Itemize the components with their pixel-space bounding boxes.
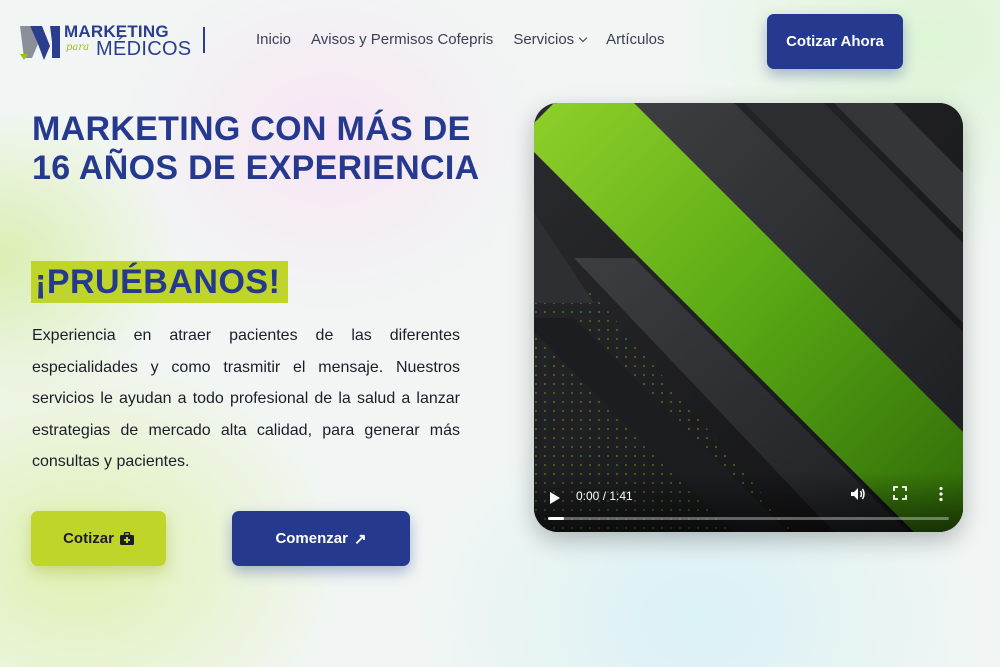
hero-description: Experiencia en atraer pacientes de las d… bbox=[32, 327, 460, 470]
more-options-icon[interactable] bbox=[938, 486, 944, 502]
logo-mark-icon bbox=[20, 26, 60, 60]
cotizar-button[interactable]: Cotizar bbox=[31, 511, 166, 566]
site-logo[interactable]: MARKETING para MÉDICOS bbox=[20, 22, 210, 64]
cotizar-ahora-button[interactable]: Cotizar Ahora bbox=[767, 14, 903, 69]
medical-kit-icon bbox=[119, 532, 134, 545]
fullscreen-icon[interactable] bbox=[893, 486, 907, 500]
volume-icon[interactable] bbox=[850, 486, 866, 502]
nav-item-inicio[interactable]: Inicio bbox=[256, 31, 291, 48]
video-progress-bar[interactable] bbox=[548, 517, 949, 520]
play-icon[interactable] bbox=[550, 492, 560, 504]
hero-highlight-text: ¡PRUÉBANOS! bbox=[35, 262, 281, 301]
nav-item-articulos[interactable]: Artículos bbox=[606, 31, 664, 48]
promo-video[interactable]: 0:00 / 1:41 bbox=[534, 103, 963, 532]
comenzar-button-label: Comenzar bbox=[275, 530, 348, 547]
nav-item-label: Inicio bbox=[256, 31, 292, 48]
chevron-down-icon bbox=[578, 33, 588, 43]
video-controls: 0:00 / 1:41 bbox=[534, 472, 963, 532]
hero-title: MARKETING CON MÁS DE 16 AÑOS DE EXPERIEN… bbox=[32, 110, 480, 187]
nav-item-label: Artículos bbox=[606, 31, 665, 48]
logo-text-medicos: MÉDICOS bbox=[96, 38, 192, 60]
cotizar-button-label: Cotizar bbox=[63, 530, 114, 547]
nav-item-label: Avisos y Permisos Cofepris bbox=[311, 31, 494, 48]
video-frame bbox=[534, 103, 963, 532]
logo-text-para: para bbox=[66, 42, 90, 53]
video-time: 0:00 / 1:41 bbox=[576, 489, 633, 503]
logo-divider bbox=[203, 27, 205, 53]
arrow-up-right-icon: ↗ bbox=[353, 530, 367, 548]
nav-item-label: Servicios bbox=[513, 31, 575, 48]
video-progress-fill bbox=[548, 517, 565, 520]
main-nav: Inicio Avisos y Permisos Cofepris Servic… bbox=[256, 31, 665, 48]
hero-highlight: ¡PRUÉBANOS! bbox=[31, 261, 289, 303]
nav-item-servicios[interactable]: Servicios bbox=[513, 31, 588, 48]
nav-item-avisos-cofepris[interactable]: Avisos y Permisos Cofepris bbox=[311, 31, 493, 48]
site-header: MARKETING para MÉDICOS Inicio Avisos y P… bbox=[0, 0, 1000, 82]
comenzar-button[interactable]: Comenzar ↗ bbox=[232, 511, 410, 566]
